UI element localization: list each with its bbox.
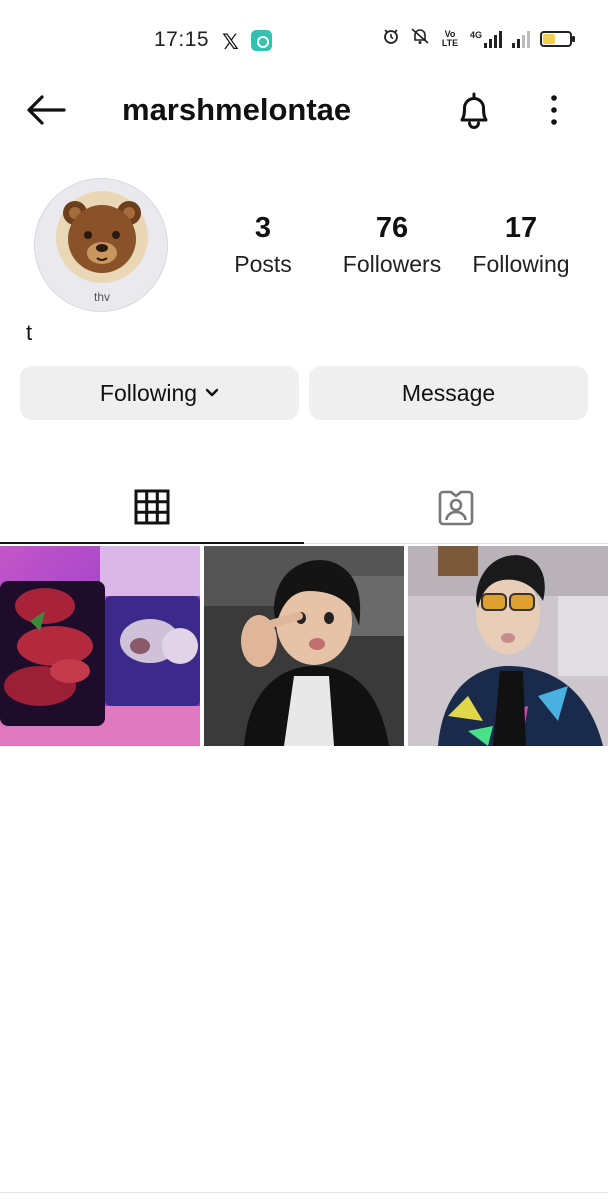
stat-followers[interactable]: 76 Followers (322, 212, 462, 278)
post-thumbnail[interactable] (204, 546, 404, 746)
profile-avatar[interactable]: thv (34, 178, 168, 312)
volte-indicator: Vo LTE (441, 28, 459, 48)
person-sunglasses-image (408, 546, 608, 746)
battery-fill (543, 33, 555, 44)
person-selfie-image (204, 546, 404, 746)
arrow-left-icon (27, 95, 66, 125)
food-photo-image (0, 546, 200, 746)
x-logo-icon: 𝕏 (222, 31, 239, 54)
status-time: 17:15 (154, 28, 210, 51)
bottom-divider (0, 1192, 608, 1193)
profile-tabs (0, 472, 608, 544)
status-bar: 17:15 𝕏 Vo LTE 4G (0, 0, 608, 80)
chevron-down-icon (205, 388, 219, 397)
followers-count: 76 (375, 212, 409, 244)
followers-label: Followers (342, 251, 442, 277)
message-button-label: Message (401, 379, 496, 406)
alarm-icon (382, 27, 400, 50)
message-button[interactable]: Message (309, 366, 588, 420)
posts-label: Posts (234, 251, 292, 277)
profile-header: marshmelontae (0, 80, 608, 140)
status-icons: Vo LTE 4G (382, 27, 575, 50)
profile-username: marshmelontae (122, 92, 352, 127)
stat-following[interactable]: 17 Following (451, 212, 591, 278)
bell-icon (460, 92, 488, 129)
post-thumbnail[interactable] (408, 546, 608, 746)
battery-icon (540, 30, 575, 47)
more-vertical-icon (551, 95, 557, 125)
following-label: Following (472, 251, 570, 277)
more-options-button[interactable] (542, 92, 566, 128)
following-button[interactable]: Following (20, 366, 299, 420)
network-4g-indicator: 4G (470, 30, 502, 48)
notifications-button[interactable] (454, 88, 494, 132)
stat-posts[interactable]: 3 Posts (193, 212, 333, 278)
chat-app-icon (251, 30, 272, 51)
following-button-label: Following (99, 379, 198, 406)
posts-count: 3 (254, 212, 272, 244)
posts-grid (0, 546, 608, 746)
avatar-label: thv (93, 290, 110, 304)
profile-bio: t (26, 320, 33, 345)
tagged-person-icon (438, 490, 474, 526)
back-button[interactable] (24, 90, 68, 130)
tab-posts-grid[interactable] (0, 472, 304, 544)
following-count: 17 (504, 212, 538, 244)
tab-tagged[interactable] (304, 472, 608, 544)
signal-strength-icon (512, 30, 530, 48)
bell-muted-icon (410, 27, 430, 50)
grid-icon (134, 489, 170, 525)
post-thumbnail[interactable] (0, 546, 200, 746)
